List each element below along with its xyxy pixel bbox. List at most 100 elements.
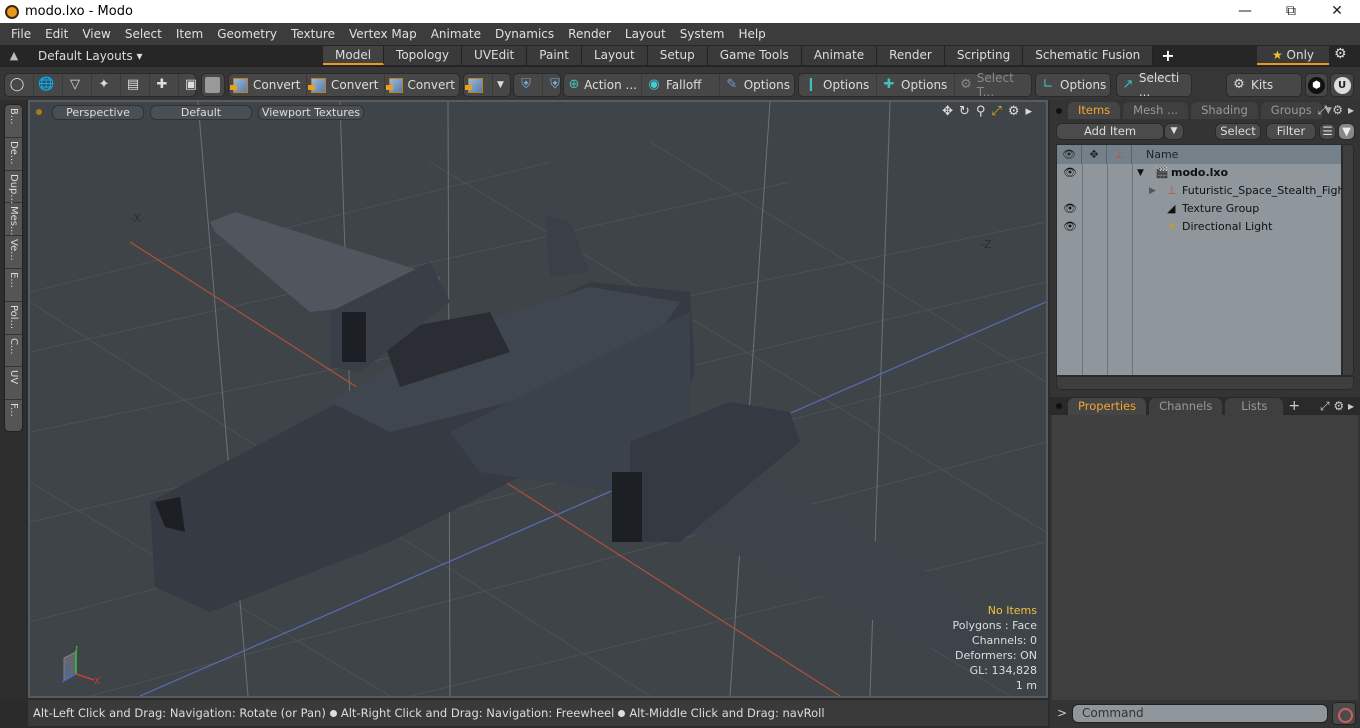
visibility-eye-icon[interactable]: 👁 bbox=[1063, 200, 1077, 218]
tab-channels[interactable]: Channels bbox=[1149, 397, 1223, 415]
item-tree-vertical-scrollbar[interactable] bbox=[1342, 144, 1354, 376]
maximize-button[interactable]: ⧉ bbox=[1268, 0, 1314, 23]
panel-expand-arrow-icon[interactable]: ▸ bbox=[1348, 103, 1354, 118]
tab-items[interactable]: Items bbox=[1068, 102, 1121, 119]
tab-paint[interactable]: Paint bbox=[527, 46, 582, 65]
visibility-eye-icon[interactable]: 👁 bbox=[1063, 218, 1077, 236]
left-tab-dup[interactable]: Dup... bbox=[5, 171, 22, 204]
tab-model[interactable]: Model bbox=[323, 46, 385, 65]
tab-render[interactable]: Render bbox=[877, 46, 945, 65]
menu-layout[interactable]: Layout bbox=[618, 23, 673, 45]
visibility-column-eye-icon[interactable]: 👁 bbox=[1057, 145, 1082, 164]
menu-file[interactable]: File bbox=[4, 23, 38, 45]
left-tab-mes[interactable]: Mes... bbox=[5, 203, 22, 237]
item-tree-horizontal-scrollbar[interactable] bbox=[1056, 376, 1354, 390]
options-button-3[interactable]: ✚ Options bbox=[877, 74, 955, 96]
tab-shading[interactable]: Shading bbox=[1191, 102, 1258, 119]
viewport-textures-dropdown[interactable]: Viewport Textures bbox=[258, 104, 364, 120]
globe-icon[interactable]: 🌐 bbox=[34, 74, 63, 96]
select-vertices-circle-icon[interactable]: ◯ bbox=[5, 74, 34, 96]
convert-button-1[interactable]: Convert bbox=[229, 74, 307, 96]
menu-geometry[interactable]: Geometry bbox=[210, 23, 284, 45]
tree-row-texture-group[interactable]: 👁 ◢ Texture Group bbox=[1057, 200, 1342, 218]
move-view-icon[interactable]: ✥ bbox=[942, 104, 953, 119]
collapse-arrow-icon[interactable]: ▶ bbox=[1149, 182, 1156, 200]
minimize-button[interactable]: — bbox=[1222, 0, 1268, 23]
perspective-dropdown[interactable]: Perspective bbox=[52, 104, 144, 120]
rotate-view-icon[interactable]: ↻ bbox=[959, 104, 970, 119]
menu-system[interactable]: System bbox=[673, 23, 732, 45]
left-tab-pol[interactable]: Pol... bbox=[5, 302, 22, 335]
select-through-button[interactable]: ⚙ Select T... bbox=[955, 71, 1031, 99]
tree-row-mesh[interactable]: ▶ ⊥ Futuristic_Space_Stealth_Figh... bbox=[1057, 182, 1355, 200]
edge-select-icon[interactable]: ✦ bbox=[92, 74, 121, 96]
close-button[interactable]: ✕ bbox=[1314, 0, 1360, 23]
zoom-view-icon[interactable]: ⚲ bbox=[976, 104, 986, 119]
tree-row-light[interactable]: 👁 ☀ Directional Light bbox=[1057, 218, 1342, 236]
menu-texture[interactable]: Texture bbox=[284, 23, 342, 45]
menu-view[interactable]: View bbox=[75, 23, 117, 45]
properties-panel-icons[interactable]: ⤢ ⚙ ▸ bbox=[1320, 399, 1354, 414]
menu-render[interactable]: Render bbox=[561, 23, 618, 45]
panel-maximize-icon[interactable]: ⤢ bbox=[1318, 103, 1328, 118]
menu-animate[interactable]: Animate bbox=[424, 23, 488, 45]
add-item-dropdown[interactable]: ▼ bbox=[1164, 123, 1184, 140]
default-layouts-dropdown[interactable]: Default Layouts ▾ bbox=[38, 49, 323, 63]
left-tab-uv[interactable]: UV bbox=[5, 367, 22, 401]
menu-dynamics[interactable]: Dynamics bbox=[488, 23, 561, 45]
options-button-1[interactable]: ✎ Options bbox=[720, 74, 794, 96]
layout-settings-gear-icon[interactable]: ⚙ bbox=[1334, 46, 1347, 62]
tab-topology[interactable]: Topology bbox=[384, 46, 463, 65]
tab-groups[interactable]: Groups bbox=[1260, 102, 1322, 119]
panel-gear-icon[interactable]: ⚙ bbox=[1332, 103, 1343, 118]
tab-scripting[interactable]: Scripting bbox=[944, 46, 1024, 65]
collapse-up-icon[interactable]: ▲ bbox=[0, 49, 28, 62]
options-button-2[interactable]: ❙ Options bbox=[799, 74, 877, 96]
tab-uvedit[interactable]: UVEdit bbox=[462, 46, 528, 65]
lock-column-icon[interactable]: ✥ bbox=[1082, 145, 1107, 164]
menu-item[interactable]: Item bbox=[169, 23, 210, 45]
cube-button[interactable] bbox=[464, 74, 493, 96]
tab-animate[interactable]: Animate bbox=[801, 46, 878, 65]
left-tab-f[interactable]: F... bbox=[5, 400, 22, 433]
tab-layout[interactable]: Layout bbox=[581, 46, 648, 65]
tab-setup[interactable]: Setup bbox=[647, 46, 708, 65]
left-tab-ve[interactable]: Ve... bbox=[5, 236, 22, 269]
viewport-expand-arrow-icon[interactable]: ▸ bbox=[1025, 104, 1032, 119]
filter-button[interactable]: Filter bbox=[1266, 123, 1316, 140]
add-item-button[interactable]: Add Item bbox=[1056, 123, 1164, 140]
pen-tool-icon[interactable]: ▽ bbox=[63, 74, 92, 96]
left-tab-b[interactable]: B... bbox=[5, 105, 22, 138]
tab-properties[interactable]: Properties bbox=[1068, 397, 1147, 415]
visibility-eye-icon[interactable]: 👁 bbox=[1063, 164, 1077, 182]
tree-row-scene[interactable]: 👁 ▼ 🎬 modo.lxo bbox=[1057, 164, 1342, 182]
add-panel-tab-button[interactable]: + bbox=[1288, 398, 1300, 414]
expand-arrow-icon[interactable]: ▼ bbox=[1137, 164, 1144, 182]
menu-help[interactable]: Help bbox=[731, 23, 772, 45]
action-center-button[interactable]: ⊕ Action ... bbox=[564, 74, 642, 96]
snap-shield-icon[interactable]: ⛨ bbox=[514, 74, 543, 96]
cross-icon[interactable]: ✚ bbox=[150, 74, 179, 96]
name-column-header[interactable]: Name bbox=[1132, 145, 1341, 164]
tab-game-tools[interactable]: Game Tools bbox=[707, 46, 802, 65]
filter-funnel-icon[interactable]: ▼ bbox=[1338, 123, 1355, 140]
3d-viewport[interactable]: -X -Z Perspective Default Viewport Textu… bbox=[28, 100, 1048, 698]
convert-button-3[interactable]: Convert bbox=[385, 74, 459, 96]
list-options-icon[interactable]: ☰ bbox=[1319, 123, 1336, 140]
grid-options-button[interactable]: ∟ Options bbox=[1035, 73, 1111, 97]
viewport-settings-gear-icon[interactable]: ⚙ bbox=[1008, 104, 1020, 119]
selection-sets-button[interactable]: ↗ Selecti ... bbox=[1116, 71, 1192, 99]
left-tab-c[interactable]: C... bbox=[5, 335, 22, 368]
falloff-button[interactable]: ◉ Falloff bbox=[642, 74, 720, 96]
only-button[interactable]: ★ Only bbox=[1257, 46, 1329, 65]
menu-select[interactable]: Select bbox=[118, 23, 169, 45]
box-kit-button[interactable]: ⬢ bbox=[1305, 73, 1328, 97]
tab-lists[interactable]: Lists bbox=[1225, 397, 1284, 415]
menu-vertex-map[interactable]: Vertex Map bbox=[342, 23, 424, 45]
command-input[interactable]: Command bbox=[1072, 704, 1328, 723]
menu-edit[interactable]: Edit bbox=[38, 23, 75, 45]
item-mode-button[interactable] bbox=[201, 73, 225, 97]
shading-default-dropdown[interactable]: Default bbox=[150, 104, 252, 120]
type-column-axes-icon[interactable]: ⊥ bbox=[1107, 145, 1132, 164]
select-button[interactable]: Select bbox=[1215, 123, 1261, 140]
